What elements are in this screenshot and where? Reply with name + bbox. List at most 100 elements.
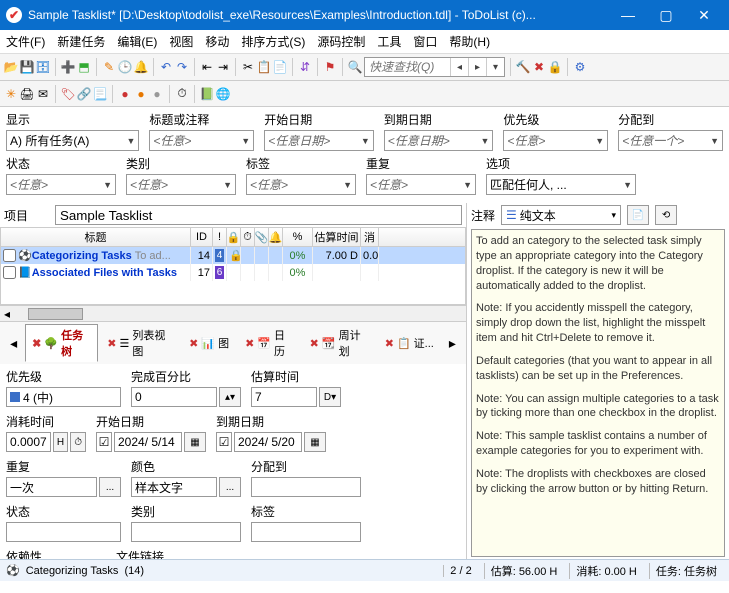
notes-format-select[interactable]: ☰纯文本 ▾ xyxy=(501,205,621,225)
tab-prev-icon[interactable]: ◂ xyxy=(4,333,23,353)
detail-标签-input[interactable] xyxy=(251,522,361,542)
more[interactable]: ... xyxy=(99,477,121,497)
menu-编辑(E)[interactable]: 编辑(E) xyxy=(117,33,157,50)
redcirc-icon[interactable]: ● xyxy=(118,87,132,101)
delete-icon[interactable]: ✖ xyxy=(532,60,546,74)
col-消[interactable]: 消 xyxy=(361,228,379,246)
tab-证...[interactable]: ✖ 📋 证... xyxy=(378,332,441,354)
maximize-button[interactable]: ▢ xyxy=(647,0,685,30)
dbtn[interactable]: H xyxy=(53,432,69,452)
tab-周计划[interactable]: ✖ 📆 周计划 xyxy=(303,324,376,362)
more[interactable]: ... xyxy=(219,477,241,497)
col-估算时间[interactable]: 估算时间 xyxy=(313,228,361,246)
detail-重复-input[interactable]: 一次 xyxy=(6,477,97,497)
tab-任务树[interactable]: ✖ 🌳 任务树 xyxy=(25,324,98,362)
filter-开始日期[interactable]: <任意日期>▼ xyxy=(264,130,374,151)
unit[interactable]: D▾ xyxy=(319,387,341,407)
flag-icon[interactable]: ⚑ xyxy=(323,60,337,74)
col-![interactable]: ! xyxy=(213,228,227,246)
table-row[interactable]: ⚽ Categorizing Tasks To ad... 14 4 🔒 0% … xyxy=(1,247,465,264)
quickfind-input[interactable] xyxy=(365,58,450,76)
hscroll-left[interactable]: ◂ xyxy=(0,305,466,321)
detail-开始日期-input[interactable]: 2024/ 5/14 xyxy=(114,432,182,452)
bell-icon[interactable]: 🔔 xyxy=(134,60,148,74)
col-🔒[interactable]: 🔒 xyxy=(227,228,241,246)
newtask-icon[interactable]: ➕ xyxy=(61,60,75,74)
paste-icon[interactable]: 📄 xyxy=(273,60,287,74)
detail-到期日期-input[interactable]: 2024/ 5/20 xyxy=(234,432,302,452)
link-icon[interactable]: 🔗 xyxy=(77,87,91,101)
clock-icon[interactable]: 🕒 xyxy=(118,60,132,74)
globe-icon[interactable]: 🌐 xyxy=(216,87,230,101)
detail-完成百分比-input[interactable]: 0 xyxy=(131,387,217,407)
menu-帮助(H)[interactable]: 帮助(H) xyxy=(449,33,490,50)
tool1-icon[interactable]: 🔨 xyxy=(516,60,530,74)
row-check[interactable] xyxy=(3,249,16,262)
graycirc-icon[interactable]: ● xyxy=(150,87,164,101)
col-📎[interactable]: 📎 xyxy=(255,228,269,246)
find-icon[interactable]: 🔍 xyxy=(348,60,362,74)
qf-next-icon[interactable]: ▸ xyxy=(468,58,486,76)
close-button[interactable]: ✕ xyxy=(685,0,723,30)
copy-icon[interactable]: 📋 xyxy=(257,60,271,74)
row-check[interactable] xyxy=(3,266,16,279)
filter-到期日期[interactable]: <任意日期>▼ xyxy=(384,130,494,151)
grid-body[interactable]: ⚽ Categorizing Tasks To ad... 14 4 🔒 0% … xyxy=(0,247,466,305)
save-icon[interactable]: 💾 xyxy=(20,60,34,74)
filter-标题或注释[interactable]: <任意>▼ xyxy=(149,130,254,151)
puzzle-icon[interactable]: ✳ xyxy=(4,87,18,101)
notes-body[interactable]: To add an category to the selected task … xyxy=(471,229,725,557)
qf-prev-icon[interactable]: ◂ xyxy=(450,58,468,76)
detail-消耗时间-input[interactable]: 0.0007 xyxy=(6,432,51,452)
filter-显示[interactable]: A) 所有任务(A)▼ xyxy=(6,130,139,151)
redo-icon[interactable]: ↷ xyxy=(175,60,189,74)
qf-drop-icon[interactable]: ▾ xyxy=(486,58,504,76)
timer-icon[interactable]: ⏱ xyxy=(175,87,189,101)
detail-估算时间-input[interactable]: 7 xyxy=(251,387,317,407)
detail-状态-input[interactable] xyxy=(6,522,121,542)
chk[interactable]: ☑ xyxy=(216,432,232,452)
notes-btn1[interactable]: 📄 xyxy=(627,205,649,225)
undo-icon[interactable]: ↶ xyxy=(159,60,173,74)
edit-icon[interactable]: ✎ xyxy=(102,60,116,74)
menu-窗口[interactable]: 窗口 xyxy=(413,33,437,50)
orangecirc-icon[interactable]: ● xyxy=(134,87,148,101)
table-row[interactable]: 📘 Associated Files with Tasks 17 6 0% xyxy=(1,264,465,281)
mail-icon[interactable]: ✉ xyxy=(36,87,50,101)
cal-icon[interactable]: ▦ xyxy=(304,432,326,452)
filter-重复[interactable]: <任意>▼ xyxy=(366,174,476,195)
project-input[interactable] xyxy=(55,205,462,225)
saveall-icon[interactable]: 🗄 xyxy=(36,60,50,74)
tab-列表视图[interactable]: ✖ ☰ 列表视图 xyxy=(100,324,180,362)
print-icon[interactable]: 🖨 xyxy=(20,87,34,101)
lock-icon[interactable]: 🔒 xyxy=(548,60,562,74)
sort-icon[interactable]: ⇵ xyxy=(298,60,312,74)
tab-图[interactable]: ✖ 📊 图 xyxy=(182,332,236,354)
menu-视图[interactable]: 视图 xyxy=(169,33,193,50)
newsub-icon[interactable]: ⬒ xyxy=(77,60,91,74)
prefs-icon[interactable]: ⚙ xyxy=(573,60,587,74)
indent-icon[interactable]: ⇥ xyxy=(216,60,230,74)
outdent-icon[interactable]: ⇤ xyxy=(200,60,214,74)
filter-选项[interactable]: 匹配任何人, ...▼ xyxy=(486,174,636,195)
col-🔔[interactable]: 🔔 xyxy=(269,228,283,246)
menu-文件(F)[interactable]: 文件(F) xyxy=(6,33,45,50)
menu-移动[interactable]: 移动 xyxy=(205,33,229,50)
tab-next-icon[interactable]: ▸ xyxy=(443,333,462,353)
detail-优先级-input[interactable]: 4 (中) xyxy=(6,387,121,407)
spin[interactable]: ▴▾ xyxy=(219,387,241,407)
tab-日历[interactable]: ✖ 📅 日历 xyxy=(238,324,301,362)
book-icon[interactable]: 📗 xyxy=(200,87,214,101)
col-标题[interactable]: 标题 xyxy=(1,228,191,246)
detail-类别-input[interactable] xyxy=(131,522,241,542)
chk[interactable]: ☑ xyxy=(96,432,112,452)
dbtn[interactable]: ⏱ xyxy=(70,432,86,452)
detail-颜色-input[interactable]: 样本文字 xyxy=(131,477,217,497)
cut-icon[interactable]: ✂ xyxy=(241,60,255,74)
filter-状态[interactable]: <任意>▼ xyxy=(6,174,116,195)
filter-优先级[interactable]: <任意>▼ xyxy=(503,130,608,151)
doc-icon[interactable]: 📃 xyxy=(93,87,107,101)
menu-源码控制[interactable]: 源码控制 xyxy=(317,33,365,50)
filter-分配到[interactable]: <任意一个>▼ xyxy=(618,130,723,151)
tag-icon[interactable]: 🏷 xyxy=(61,87,75,101)
